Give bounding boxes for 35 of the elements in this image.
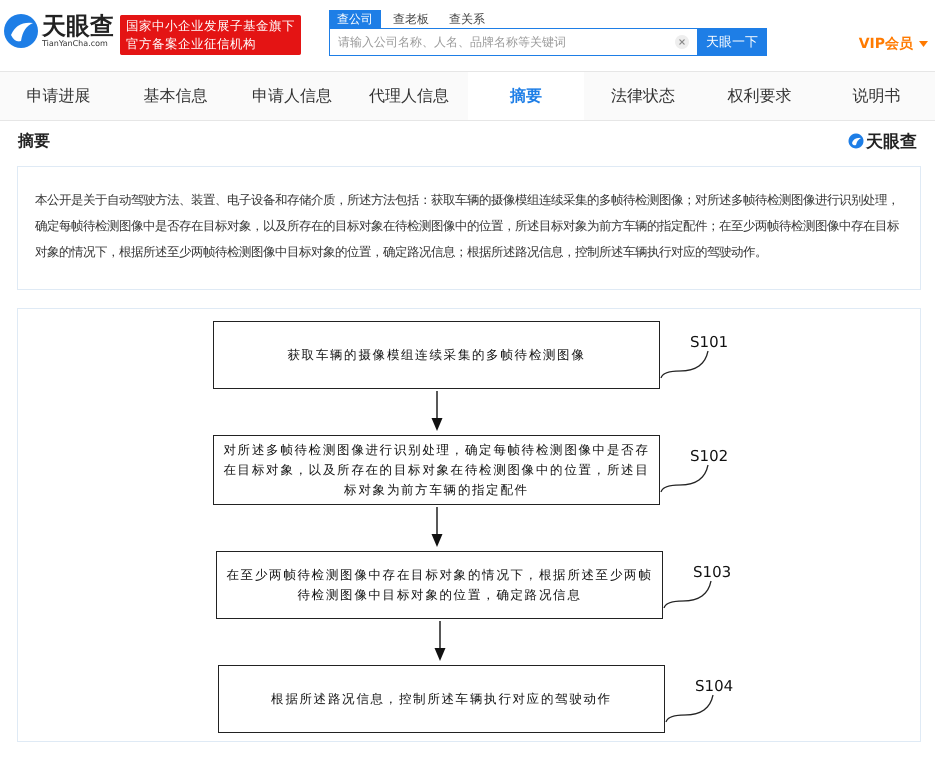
step-label: S101 [690,333,728,351]
nav-tab[interactable]: 摘要 [468,72,584,120]
step-text: 根据所述路况信息，控制所述车辆执行对应的驾驶动作 [271,690,612,708]
logo-icon [3,13,39,49]
nav-tab[interactable]: 基本信息 [116,72,234,120]
search-button[interactable]: 天眼一下 [697,28,767,56]
search-tab[interactable]: 查公司 [329,10,381,28]
nav-tab[interactable]: 法律状态 [584,72,702,120]
arrow [430,507,442,547]
banner-text: 官方备案企业征信机构 [126,35,257,53]
nav-tab[interactable]: 申请进展 [0,72,117,120]
brand-logo-text: 天眼查 [866,130,917,152]
logo-domain: TianYanCha.com [42,39,109,49]
logo-text: 天眼查 [42,13,114,39]
step-text: 在至少两帧待检测图像中存在目标对象的情况下，根据所述至少两帧待检测图像中目标对象的位置，确定路况信息 [226,566,654,604]
arrow [434,621,446,661]
banner-text: 国家中小企业发展子基金旗下 [126,17,295,35]
arrow [430,391,442,431]
nav-tab[interactable]: 权利要求 [701,72,818,120]
abstract-text: 本公开是关于自动驾驶方法、装置、电子设备和存储介质，所述方法包括：获取车辆的摄像模组连续采集的多帧待检测图像；对所述多帧待检测图像进行识别处理，确定每帧待检测图像中是否存在目标对象，以及所存在的目标对象在待检测图像中的位置，所述目标对象为前方车辆的指定配件；在至少两帧待检测图像中存在目标对象的情况下，根据所述至少两帧待检测图像中目标对象的位置，确定路况信息；根据所述路况信息，控制所述车辆执行对应的驾驶动作。 [35,191,900,261]
step-text: 获取车辆的摄像模组连续采集的多帧待检测图像 [287,346,586,364]
section-title: 摘要 [18,130,50,152]
nav-tab[interactable]: 说明书 [818,72,935,120]
search-tab[interactable]: 查关系 [441,10,493,28]
search-field[interactable]: 请输入公司名称、人名、品牌名称等关键词 天眼一下 [329,28,767,56]
nav-tab[interactable]: 代理人信息 [350,72,468,120]
search-tab[interactable]: 查老板 [385,10,437,28]
step-label: S102 [690,447,728,465]
clear-icon[interactable] [675,35,689,49]
caret-icon [919,41,928,47]
step-text: 对所述多帧待检测图像进行识别处理，确定每帧待检测图像中是否存在目标对象，以及所存在的目标对象在待检测图像中的位置，所述目标对象为前方车辆的指定配件 [222,441,650,499]
step-label: S104 [695,677,734,695]
step-label: S103 [693,563,732,581]
nav-tab[interactable]: 申请人信息 [234,72,351,120]
logo-icon [848,133,864,149]
